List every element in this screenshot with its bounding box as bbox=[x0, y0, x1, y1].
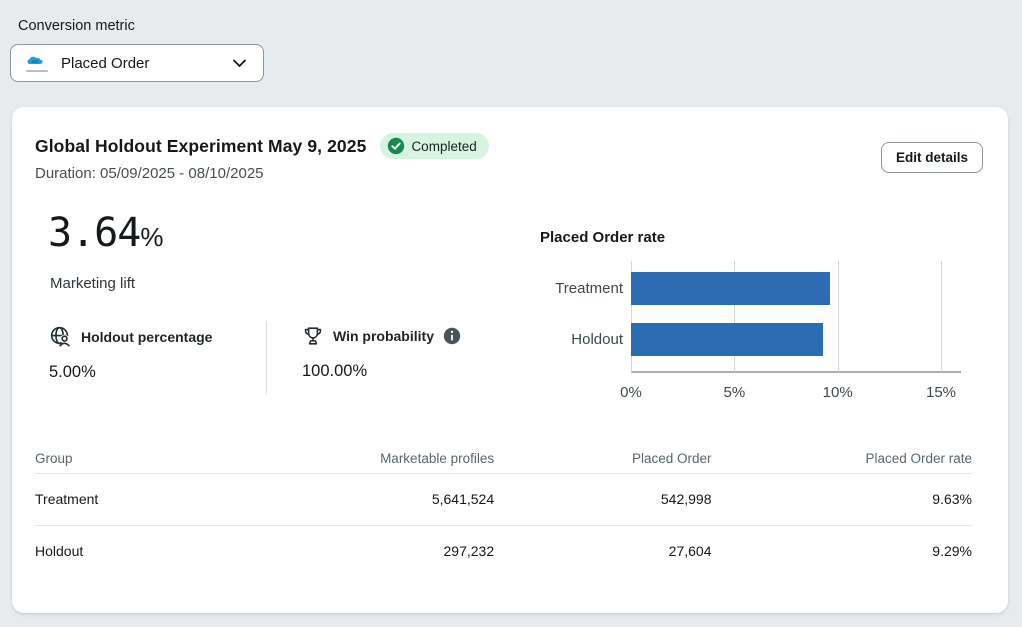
category-label-holdout: Holdout bbox=[503, 323, 623, 356]
results-table: Group Marketable profiles Placed Order P… bbox=[35, 444, 972, 577]
info-icon[interactable] bbox=[443, 327, 461, 345]
chevron-down-icon bbox=[232, 58, 247, 68]
marketing-lift-value: 3.64% bbox=[48, 210, 162, 256]
chart-title: Placed Order rate bbox=[540, 229, 985, 246]
x-tick-label: 5% bbox=[723, 384, 745, 401]
globe-user-icon bbox=[49, 325, 72, 348]
win-probability-value: 100.00% bbox=[302, 362, 461, 381]
bar-plot: 0%5%10%15%TreatmentHoldout bbox=[631, 261, 972, 372]
table-row-holdout: Holdout 297,232 27,604 9.29% bbox=[35, 525, 972, 577]
gridline bbox=[838, 261, 839, 372]
check-circle-icon bbox=[387, 137, 405, 155]
cell-group: Holdout bbox=[35, 525, 235, 577]
table-header-row: Group Marketable profiles Placed Order P… bbox=[35, 444, 972, 473]
marketing-lift-unit: % bbox=[140, 222, 162, 252]
edit-details-button[interactable]: Edit details bbox=[881, 142, 983, 173]
experiment-title: Global Holdout Experiment May 9, 2025 bbox=[35, 136, 366, 157]
cell-group: Treatment bbox=[35, 473, 235, 525]
gridline bbox=[941, 261, 942, 372]
experiment-duration: Duration: 05/09/2025 - 08/10/2025 bbox=[35, 165, 264, 182]
trophy-icon bbox=[302, 325, 324, 347]
conversion-metric-dropdown[interactable]: Placed Order bbox=[10, 44, 264, 82]
x-tick-label: 10% bbox=[823, 384, 853, 401]
column-header-placed-order-rate: Placed Order rate bbox=[712, 444, 973, 473]
bar-treatment bbox=[631, 272, 830, 305]
win-probability-metric: Win probability 100.00% bbox=[302, 325, 461, 381]
column-header-group: Group bbox=[35, 444, 235, 473]
column-header-marketable-profiles: Marketable profiles bbox=[235, 444, 495, 473]
cell-placed-order-rate: 9.29% bbox=[712, 525, 973, 577]
metric-integration-logo-icon bbox=[24, 55, 50, 72]
cell-placed-order: 542,998 bbox=[494, 473, 711, 525]
cell-placed-order: 27,604 bbox=[494, 525, 711, 577]
bar-holdout bbox=[631, 323, 823, 356]
status-badge-label: Completed bbox=[411, 139, 476, 154]
marketing-lift-label: Marketing lift bbox=[50, 275, 135, 292]
selected-metric-label: Placed Order bbox=[61, 55, 149, 72]
conversion-metric-label: Conversion metric bbox=[18, 18, 135, 34]
holdout-percentage-value: 5.00% bbox=[49, 363, 212, 382]
cell-marketable-profiles: 297,232 bbox=[235, 525, 495, 577]
placed-order-rate-chart: Placed Order rate 0%5%10%15%TreatmentHol… bbox=[540, 229, 985, 372]
status-badge: Completed bbox=[380, 133, 488, 159]
win-probability-label: Win probability bbox=[333, 328, 434, 344]
holdout-percentage-label: Holdout percentage bbox=[81, 329, 212, 345]
cell-marketable-profiles: 5,641,524 bbox=[235, 473, 495, 525]
category-label-treatment: Treatment bbox=[503, 272, 623, 305]
experiment-card: Global Holdout Experiment May 9, 2025 Co… bbox=[12, 107, 1008, 613]
column-header-placed-order: Placed Order bbox=[494, 444, 711, 473]
table-row-treatment: Treatment 5,641,524 542,998 9.63% bbox=[35, 473, 972, 525]
metrics-divider bbox=[266, 321, 267, 395]
holdout-percentage-metric: Holdout percentage 5.00% bbox=[49, 325, 212, 382]
cell-placed-order-rate: 9.63% bbox=[712, 473, 973, 525]
x-tick-label: 0% bbox=[620, 384, 642, 401]
x-axis-line bbox=[631, 371, 961, 373]
x-tick-label: 15% bbox=[926, 384, 956, 401]
